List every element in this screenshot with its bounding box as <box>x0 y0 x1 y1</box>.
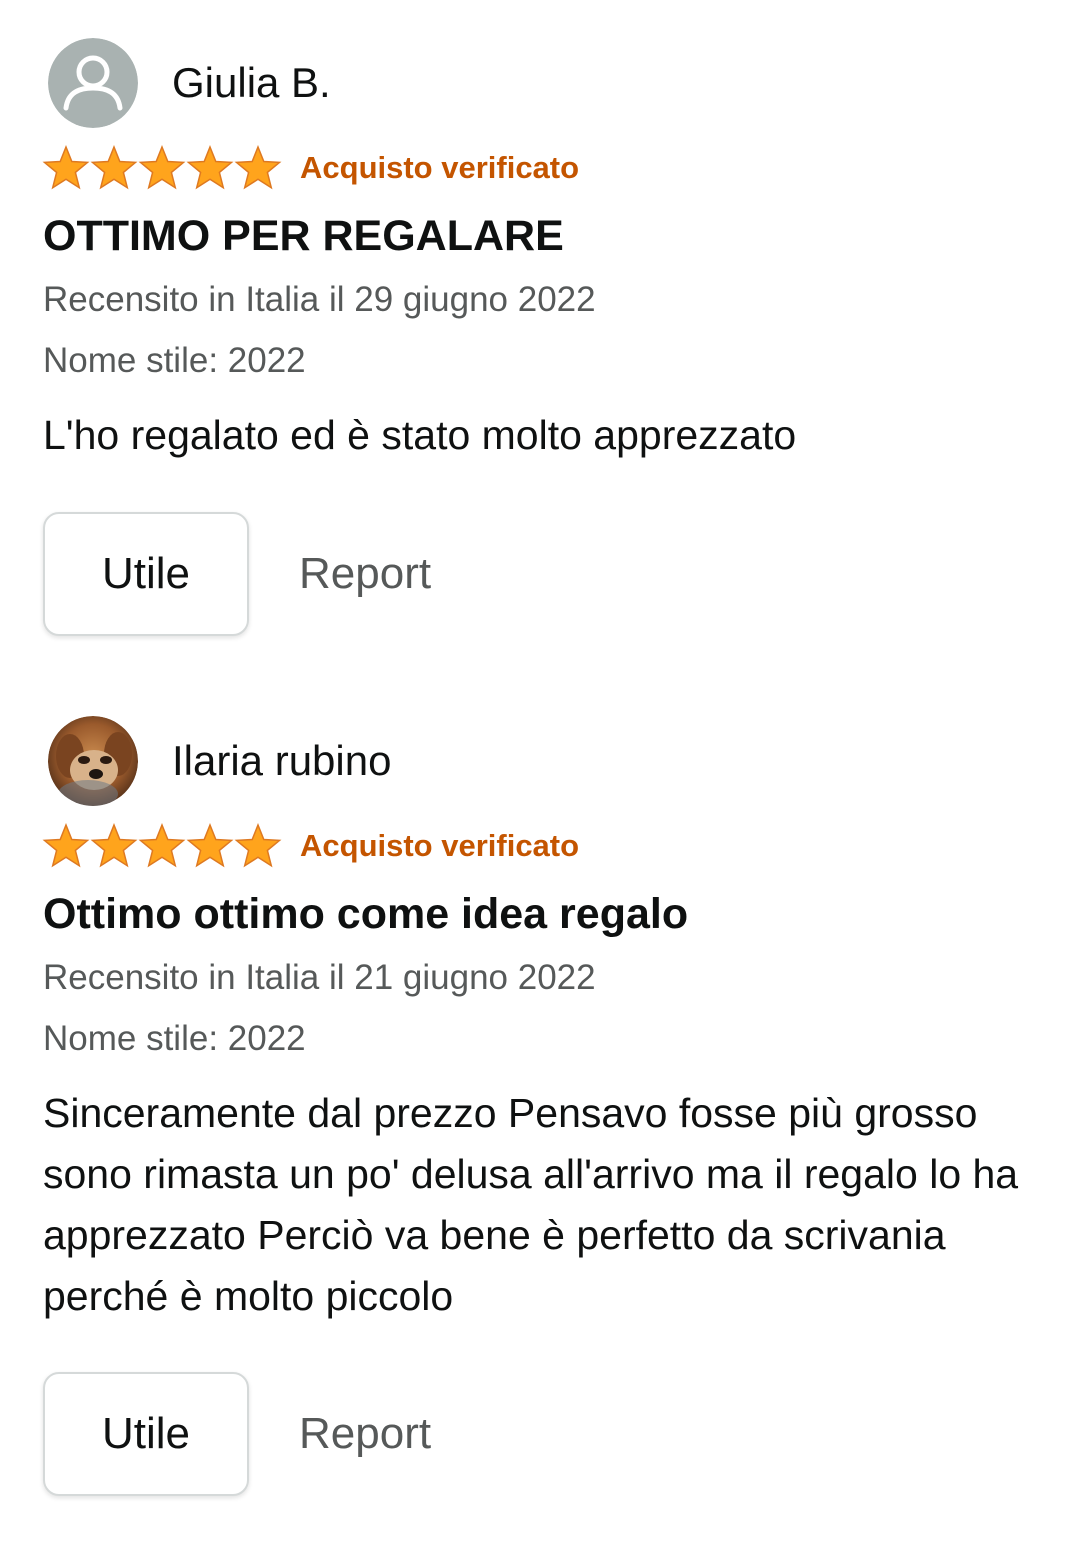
star-icon <box>90 145 138 190</box>
review-date: Recensito in Italia il 21 giugno 2022 <box>43 958 596 997</box>
review-actions: Utile Report <box>43 511 431 637</box>
star-icon <box>138 823 186 868</box>
report-link[interactable]: Report <box>299 549 431 599</box>
report-link[interactable]: Report <box>299 1409 431 1459</box>
review-date: Recensito in Italia il 29 giugno 2022 <box>43 280 596 319</box>
star-icon <box>234 145 282 190</box>
review-author[interactable]: Ilaria rubino <box>48 716 391 806</box>
author-name: Ilaria rubino <box>172 737 392 784</box>
author-name: Giulia B. <box>172 59 331 106</box>
star-icon <box>186 823 234 868</box>
star-icon <box>234 823 282 868</box>
star-icon <box>90 823 138 868</box>
star-icon <box>42 145 90 190</box>
review-body: Sinceramente dal prezzo Pensavo fosse pi… <box>43 1090 1019 1319</box>
dog-avatar-image <box>48 716 138 806</box>
rating-row: Acquisto verificato <box>42 144 579 192</box>
review-body: L'ho regalato ed è stato molto apprezzat… <box>43 412 797 458</box>
default-avatar-icon <box>48 38 138 128</box>
review-title: Ottimo ottimo come idea regalo <box>43 890 689 938</box>
verified-purchase-badge: Acquisto verificato <box>300 150 580 185</box>
star-icon <box>138 145 186 190</box>
star-icon <box>186 145 234 190</box>
review-actions: Utile Report <box>43 1371 431 1497</box>
review-style-name: Nome stile: 2022 <box>43 341 306 380</box>
star-rating <box>42 144 282 192</box>
star-icon <box>42 823 90 868</box>
review-author[interactable]: Giulia B. <box>48 38 331 128</box>
helpful-button[interactable]: Utile <box>43 512 249 636</box>
verified-purchase-badge: Acquisto verificato <box>300 828 580 863</box>
star-rating <box>42 822 282 870</box>
rating-row: Acquisto verificato <box>42 822 579 870</box>
review-style-name: Nome stile: 2022 <box>43 1019 306 1058</box>
review-title: OTTIMO PER REGALARE <box>43 212 564 260</box>
helpful-button[interactable]: Utile <box>43 1372 249 1496</box>
